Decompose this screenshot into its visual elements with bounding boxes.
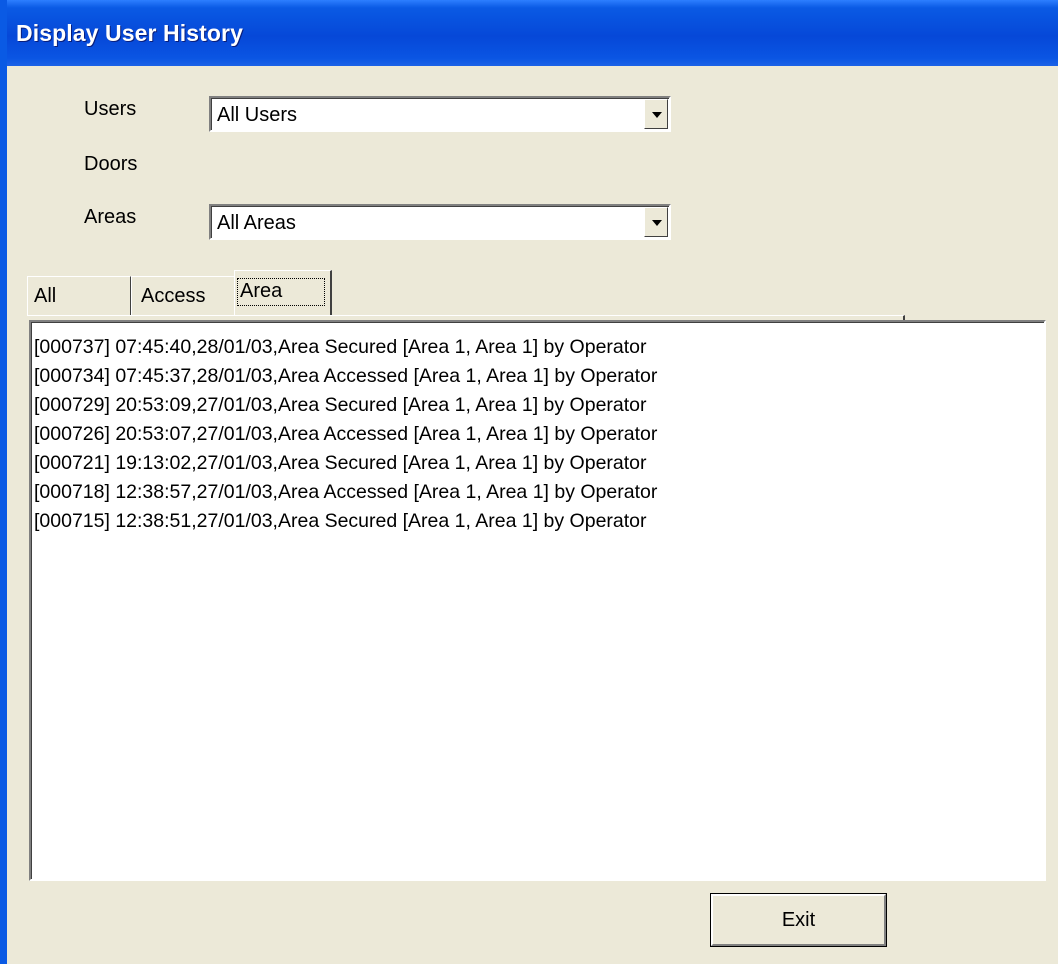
- users-label: Users: [84, 98, 137, 120]
- list-item[interactable]: [000718] 12:38:57,27/01/03,Area Accessed…: [34, 479, 657, 508]
- chevron-down-icon: [652, 220, 662, 226]
- tab-all-label: All: [34, 285, 57, 307]
- chevron-down-icon: [652, 112, 662, 118]
- exit-button[interactable]: Exit: [710, 893, 887, 947]
- tab-area[interactable]: Area: [234, 270, 332, 316]
- areas-label: Areas: [84, 206, 137, 228]
- list-item[interactable]: [000721] 19:13:02,27/01/03,Area Secured …: [34, 450, 657, 479]
- doors-label: Doors: [84, 153, 138, 175]
- areas-dropdown[interactable]: All Areas: [209, 204, 671, 240]
- exit-button-label: Exit: [781, 909, 816, 931]
- window-title: Display User History: [16, 20, 243, 46]
- areas-dropdown-value: All Areas: [217, 212, 296, 234]
- users-dropdown[interactable]: All Users: [209, 96, 671, 132]
- tab-all[interactable]: All: [27, 276, 131, 316]
- list-item[interactable]: [000726] 20:53:07,27/01/03,Area Accessed…: [34, 421, 657, 450]
- title-bar[interactable]: Display User History: [0, 0, 1058, 66]
- tab-access[interactable]: Access: [131, 276, 235, 316]
- window-frame-left: [0, 0, 7, 964]
- areas-dropdown-button[interactable]: [644, 207, 668, 237]
- list-item[interactable]: [000729] 20:53:09,27/01/03,Area Secured …: [34, 392, 657, 421]
- tab-area-label: Area: [240, 280, 283, 302]
- users-dropdown-value: All Users: [217, 104, 298, 126]
- list-item[interactable]: [000734] 07:45:37,28/01/03,Area Accessed…: [34, 363, 657, 392]
- users-dropdown-button[interactable]: [644, 99, 668, 129]
- history-listbox[interactable]: [000737] 07:45:40,28/01/03,Area Secured …: [29, 320, 1046, 881]
- tab-access-label: Access: [141, 285, 206, 307]
- history-rows: [000737] 07:45:40,28/01/03,Area Secured …: [34, 334, 657, 537]
- list-item[interactable]: [000737] 07:45:40,28/01/03,Area Secured …: [34, 334, 657, 363]
- list-item[interactable]: [000715] 12:38:51,27/01/03,Area Secured …: [34, 508, 657, 537]
